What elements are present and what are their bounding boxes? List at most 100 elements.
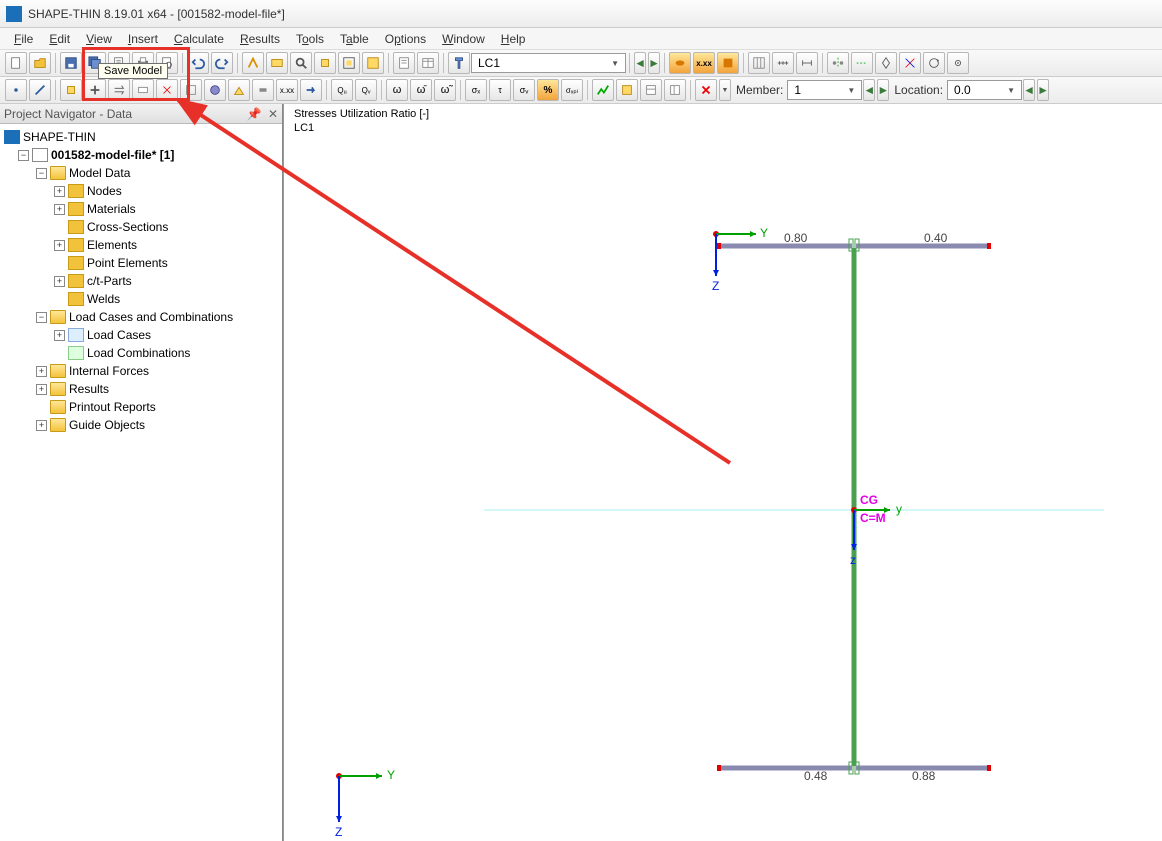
sections-icon[interactable]: [448, 52, 470, 74]
tree-welds[interactable]: Welds: [2, 290, 280, 308]
tree-root[interactable]: SHAPE-THIN: [2, 128, 280, 146]
close-icon[interactable]: ✕: [268, 107, 278, 121]
collapse-icon[interactable]: −: [36, 312, 47, 323]
tree-lcc[interactable]: −Load Cases and Combinations: [2, 308, 280, 326]
collapse-icon[interactable]: −: [18, 150, 29, 161]
menu-file[interactable]: File: [6, 30, 41, 48]
rotate-icon[interactable]: [923, 52, 945, 74]
expand-icon[interactable]: +: [54, 240, 65, 251]
menu-options[interactable]: Options: [377, 30, 434, 48]
sigma-pl-icon[interactable]: σₓₚₗ: [561, 79, 583, 101]
expand-icon[interactable]: +: [36, 420, 47, 431]
tool-c-icon[interactable]: [108, 79, 130, 101]
axes-icon[interactable]: [899, 52, 921, 74]
save-icon[interactable]: [60, 52, 82, 74]
fit-icon[interactable]: [338, 52, 360, 74]
loadcase-combo[interactable]: LC1 ▼: [471, 53, 626, 73]
expand-icon[interactable]: +: [54, 276, 65, 287]
result2-icon[interactable]: [616, 79, 638, 101]
grid-icon[interactable]: [748, 52, 770, 74]
render-icon[interactable]: [669, 52, 691, 74]
close-x-icon[interactable]: [695, 79, 717, 101]
graphics-viewport[interactable]: Stresses Utilization Ratio [-] LC1: [283, 104, 1162, 841]
next-lc-button[interactable]: ►: [648, 52, 660, 74]
menu-tools[interactable]: Tools: [288, 30, 332, 48]
tool-d-icon[interactable]: [132, 79, 154, 101]
tree-nodes[interactable]: +Nodes: [2, 182, 280, 200]
menu-help[interactable]: Help: [493, 30, 534, 48]
center-icon[interactable]: [947, 52, 969, 74]
location-combo[interactable]: 0.0 ▼: [947, 80, 1022, 100]
menu-table[interactable]: Table: [332, 30, 377, 48]
tree-cross-sections[interactable]: Cross-Sections: [2, 218, 280, 236]
tree-model-data[interactable]: −Model Data: [2, 164, 280, 182]
tool-b-icon[interactable]: [84, 79, 106, 101]
show-icon[interactable]: [266, 52, 288, 74]
expand-icon[interactable]: +: [54, 204, 65, 215]
menu-window[interactable]: Window: [434, 30, 493, 48]
arrow-icon[interactable]: [300, 79, 322, 101]
sigma-x-icon[interactable]: σₓ: [465, 79, 487, 101]
sigma-v-icon[interactable]: σᵥ: [513, 79, 535, 101]
member-next-button[interactable]: ►: [877, 79, 889, 101]
location-next-button[interactable]: ►: [1037, 79, 1049, 101]
mirror-icon[interactable]: [875, 52, 897, 74]
undo-icon[interactable]: [187, 52, 209, 74]
pan-icon[interactable]: [314, 52, 336, 74]
tree-load-combinations[interactable]: Load Combinations: [2, 344, 280, 362]
collapse-icon[interactable]: −: [36, 168, 47, 179]
measure-icon[interactable]: x.xx: [693, 52, 715, 74]
expand-icon[interactable]: +: [54, 186, 65, 197]
symmetry-x-icon[interactable]: [827, 52, 849, 74]
tree-materials[interactable]: +Materials: [2, 200, 280, 218]
menu-results[interactable]: Results: [232, 30, 288, 48]
edit-node-icon[interactable]: [5, 79, 27, 101]
tree-point-elements[interactable]: Point Elements: [2, 254, 280, 272]
expand-icon[interactable]: +: [36, 384, 47, 395]
tree-load-cases[interactable]: +Load Cases: [2, 326, 280, 344]
prev-lc-button[interactable]: ◄: [634, 52, 646, 74]
menu-edit[interactable]: Edit: [41, 30, 78, 48]
tool-e-icon[interactable]: [156, 79, 178, 101]
location-prev-button[interactable]: ◄: [1023, 79, 1035, 101]
open-icon[interactable]: [29, 52, 51, 74]
tool-a-icon[interactable]: [60, 79, 82, 101]
menu-insert[interactable]: Insert: [120, 30, 166, 48]
tree-printout[interactable]: Printout Reports: [2, 398, 280, 416]
list-icon[interactable]: [393, 52, 415, 74]
new-icon[interactable]: [5, 52, 27, 74]
omega1-icon[interactable]: ω: [386, 79, 408, 101]
result3-icon[interactable]: [640, 79, 662, 101]
tool-g-icon[interactable]: [204, 79, 226, 101]
result1-icon[interactable]: [592, 79, 614, 101]
tree-model[interactable]: −001582-model-file* [1]: [2, 146, 280, 164]
pin-icon[interactable]: 📌: [247, 107, 262, 121]
tree-elements[interactable]: +Elements: [2, 236, 280, 254]
dropdown-icon[interactable]: ▼: [719, 79, 731, 101]
show-results-icon[interactable]: [717, 52, 739, 74]
tree-internal-forces[interactable]: +Internal Forces: [2, 362, 280, 380]
dims-icon[interactable]: [796, 52, 818, 74]
ratio-icon[interactable]: %: [537, 79, 559, 101]
tree-results[interactable]: +Results: [2, 380, 280, 398]
zoom-icon[interactable]: [290, 52, 312, 74]
view-icon[interactable]: [362, 52, 384, 74]
omega2-icon[interactable]: ω̄: [410, 79, 432, 101]
scale-icon[interactable]: [772, 52, 794, 74]
qu-icon[interactable]: Qᵤ: [331, 79, 353, 101]
table-icon[interactable]: [417, 52, 439, 74]
edit-line-icon[interactable]: [29, 79, 51, 101]
symmetry-y-icon[interactable]: [851, 52, 873, 74]
tree-guide[interactable]: +Guide Objects: [2, 416, 280, 434]
tool-i-icon[interactable]: [252, 79, 274, 101]
member-prev-button[interactable]: ◄: [863, 79, 875, 101]
xxx-icon[interactable]: x.xx: [276, 79, 298, 101]
tree-ct-parts[interactable]: +c/t-Parts: [2, 272, 280, 290]
expand-icon[interactable]: +: [54, 330, 65, 341]
tau-icon[interactable]: τ: [489, 79, 511, 101]
menu-view[interactable]: View: [78, 30, 120, 48]
redo-icon[interactable]: [211, 52, 233, 74]
menu-calculate[interactable]: Calculate: [166, 30, 232, 48]
member-combo[interactable]: 1 ▼: [787, 80, 862, 100]
omega3-icon[interactable]: ω̃: [434, 79, 456, 101]
